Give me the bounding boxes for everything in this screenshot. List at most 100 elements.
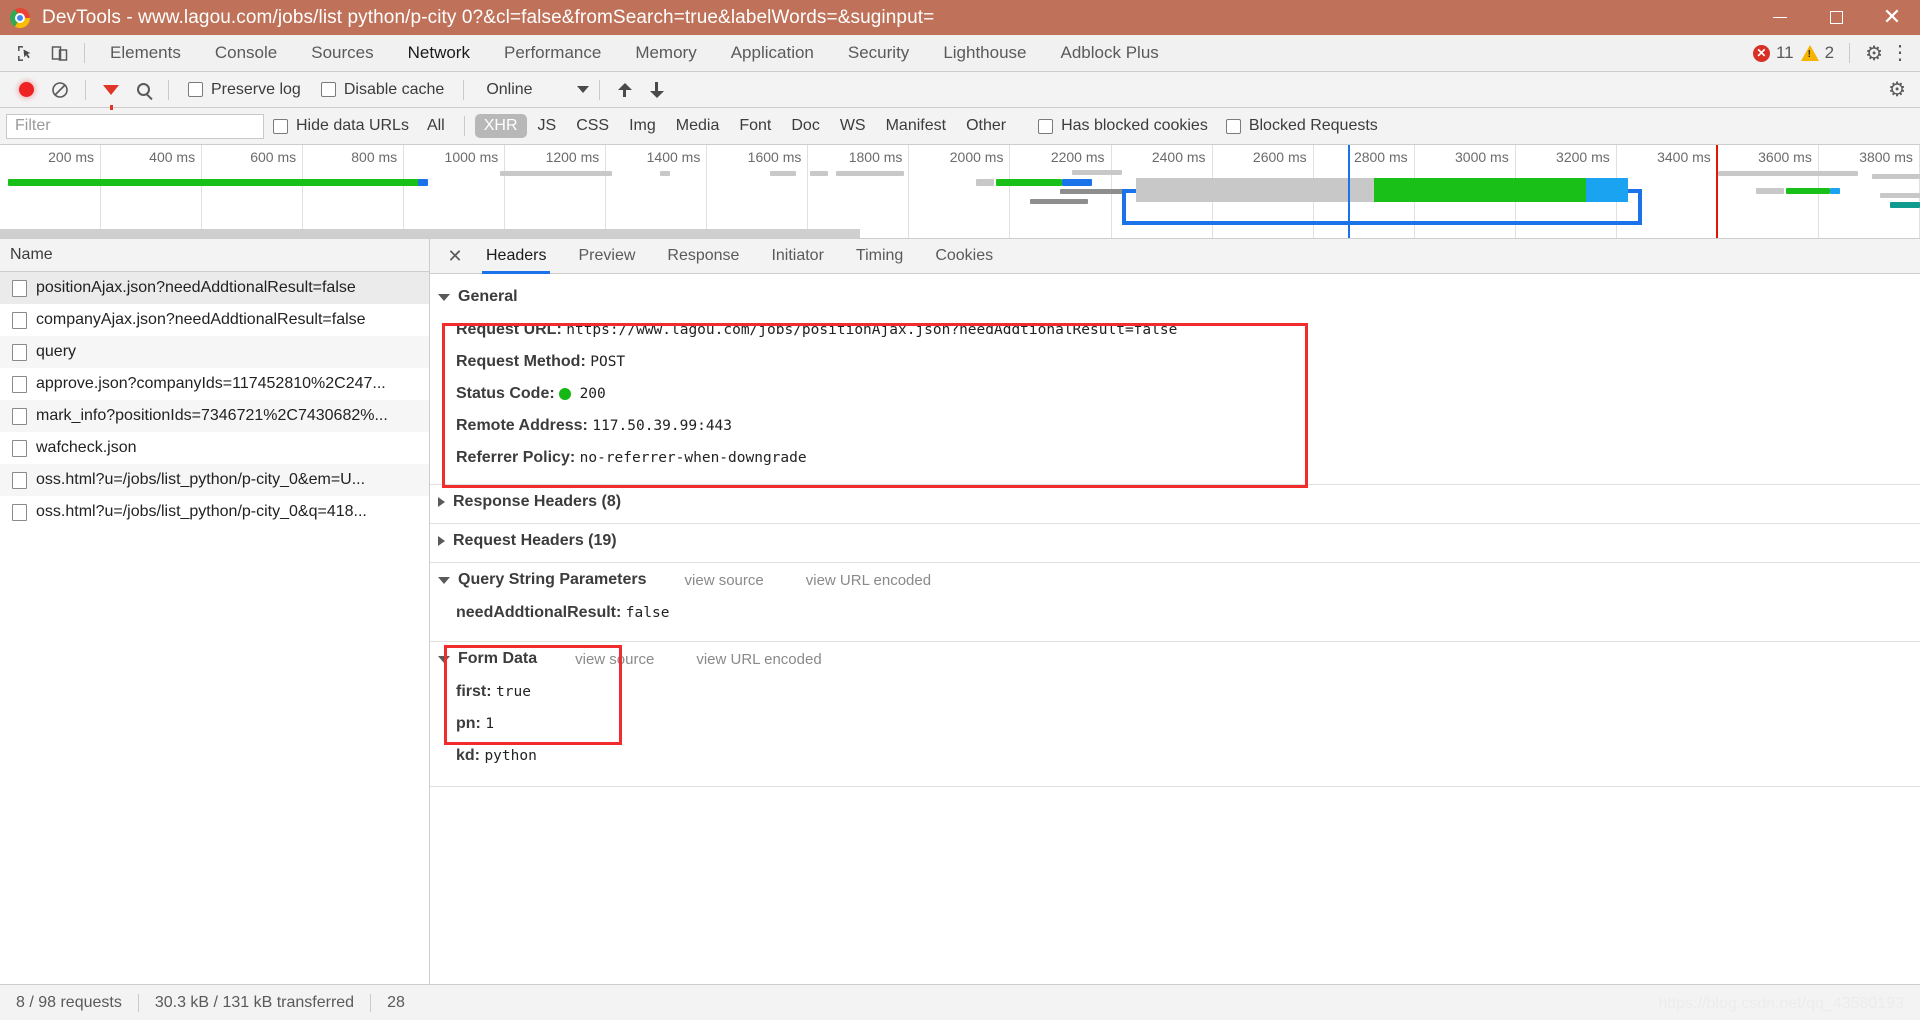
section-query-string-parameters[interactable]: Query String Parameters view source view… — [430, 563, 1920, 597]
tab-timing[interactable]: Timing — [840, 239, 919, 274]
error-count-badge[interactable]: ✕ 11 — [1752, 43, 1794, 63]
maximize-button[interactable] — [1808, 0, 1864, 35]
request-name-label: positionAjax.json?needAddtionalResult=fa… — [36, 279, 356, 296]
tab-network[interactable]: Network — [391, 35, 487, 71]
overview-bar — [1030, 199, 1088, 204]
overview-bar — [1872, 174, 1920, 179]
network-overview-timeline[interactable]: 200 ms 400 ms 600 ms 800 ms 1000 ms 1200 ms 14… — [0, 145, 1920, 239]
throttling-select[interactable]: Online — [474, 81, 589, 99]
network-settings-gear-icon[interactable]: ⚙ — [1888, 79, 1906, 101]
export-har-button[interactable] — [642, 76, 672, 104]
search-icon — [136, 83, 150, 96]
hide-data-urls-checkbox[interactable]: Hide data URLs — [264, 117, 418, 135]
document-icon — [12, 279, 27, 297]
filter-type-doc[interactable]: Doc — [782, 114, 828, 138]
disable-cache-checkbox[interactable]: Disable cache — [312, 81, 454, 99]
overview-bar — [1062, 179, 1092, 186]
overview-scrollbar[interactable] — [0, 229, 860, 238]
general-row-referrer-policy: Referrer Policy: no-referrer-when-downgr… — [456, 442, 1920, 474]
filter-type-js[interactable]: JS — [529, 114, 566, 138]
timeline-tick-label: 3200 ms — [1556, 149, 1610, 165]
request-row[interactable]: positionAjax.json?needAddtionalResult=fa… — [0, 272, 429, 304]
tab-security[interactable]: Security — [831, 35, 926, 71]
overview-bar — [996, 179, 1062, 186]
overview-request-bars — [0, 169, 1920, 225]
filter-type-ws[interactable]: WS — [831, 114, 875, 138]
filter-type-manifest[interactable]: Manifest — [877, 114, 955, 138]
search-button[interactable] — [128, 76, 158, 104]
filter-type-img[interactable]: Img — [620, 114, 665, 138]
request-row[interactable]: companyAjax.json?needAddtionalResult=fal… — [0, 304, 429, 336]
tab-sources[interactable]: Sources — [294, 35, 390, 71]
tab-performance[interactable]: Performance — [487, 35, 618, 71]
device-toolbar-button[interactable] — [42, 38, 76, 68]
filter-type-media[interactable]: Media — [667, 114, 729, 138]
nettoolbar-divider-3 — [463, 79, 465, 100]
tab-lighthouse[interactable]: Lighthouse — [926, 35, 1043, 71]
tab-initiator[interactable]: Initiator — [755, 239, 839, 274]
request-row[interactable]: mark_info?positionIds=7346721%2C7430682%… — [0, 400, 429, 432]
tab-response[interactable]: Response — [651, 239, 755, 274]
filter-type-other[interactable]: Other — [957, 114, 1015, 138]
timeline-tick-label: 1000 ms — [444, 149, 499, 165]
clear-requests-button[interactable] — [45, 76, 75, 104]
request-row[interactable]: oss.html?u=/jobs/list_python/p-city_0&em… — [0, 464, 429, 496]
request-row[interactable]: oss.html?u=/jobs/list_python/p-city_0&q=… — [0, 496, 429, 528]
filter-type-css[interactable]: CSS — [567, 114, 618, 138]
tab-console[interactable]: Console — [198, 35, 294, 71]
window-controls: ✕ — [1752, 0, 1920, 35]
request-list-header[interactable]: Name — [0, 239, 429, 272]
status-ok-icon — [559, 387, 572, 400]
kebab-menu-icon[interactable]: ⋮ — [1890, 43, 1910, 63]
overview-bar — [8, 179, 422, 186]
timeline-tick-label: 2400 ms — [1151, 149, 1206, 165]
section-response-headers[interactable]: Response Headers (8) — [430, 485, 1920, 519]
close-button[interactable]: ✕ — [1864, 0, 1920, 35]
tab-elements[interactable]: Elements — [93, 35, 198, 71]
warning-count-badge[interactable]: 2 — [1800, 43, 1834, 63]
overview-bar — [1136, 178, 1374, 202]
request-row[interactable]: wafcheck.json — [0, 432, 429, 464]
tab-preview[interactable]: Preview — [562, 239, 651, 274]
key-request-method: Request Method: — [456, 353, 586, 370]
tab-headers[interactable]: Headers — [470, 239, 562, 274]
overview-bar — [1830, 188, 1840, 194]
filter-type-font[interactable]: Font — [730, 114, 780, 138]
has-blocked-cookies-checkbox[interactable]: Has blocked cookies — [1029, 117, 1217, 135]
request-name-label: companyAjax.json?needAddtionalResult=fal… — [36, 311, 366, 328]
key-status-code: Status Code: — [456, 385, 555, 402]
import-har-button[interactable] — [610, 76, 640, 104]
query-view-source-link[interactable]: view source — [685, 572, 764, 589]
query-view-url-encoded-link[interactable]: view URL encoded — [806, 572, 931, 589]
blocked-requests-checkbox[interactable]: Blocked Requests — [1217, 117, 1387, 135]
form-row-first: first: true — [456, 676, 1920, 708]
section-form-data[interactable]: Form Data view source view URL encoded — [430, 642, 1920, 676]
tab-cookies[interactable]: Cookies — [919, 239, 1009, 274]
form-view-source-link[interactable]: view source — [575, 651, 654, 668]
tab-adblock-plus[interactable]: Adblock Plus — [1044, 35, 1176, 71]
overview-bar — [1586, 178, 1628, 202]
form-view-url-encoded-link[interactable]: view URL encoded — [696, 651, 821, 668]
overview-bar — [1890, 202, 1920, 208]
window-title: DevTools - www.lagou.com/jobs/list pytho… — [42, 6, 935, 28]
section-general[interactable]: General — [430, 280, 1920, 314]
request-list-panel: Name positionAjax.json?needAddtionalResu… — [0, 239, 430, 984]
filter-type-all[interactable]: All — [418, 114, 454, 138]
filter-type-xhr[interactable]: XHR — [474, 114, 527, 138]
section-request-headers[interactable]: Request Headers (19) — [430, 524, 1920, 558]
inspect-element-button[interactable] — [8, 38, 42, 68]
preserve-log-checkbox[interactable]: Preserve log — [179, 81, 310, 99]
inspect-element-icon — [17, 45, 30, 61]
request-row[interactable]: approve.json?companyIds=117452810%2C247.… — [0, 368, 429, 400]
filter-button[interactable] — [96, 76, 126, 110]
request-row[interactable]: query — [0, 336, 429, 368]
close-detail-button[interactable]: ✕ — [440, 241, 470, 271]
tab-application[interactable]: Application — [714, 35, 831, 71]
hide-data-urls-box-icon — [273, 118, 288, 134]
minimize-button[interactable] — [1752, 0, 1808, 35]
record-button-icon[interactable] — [19, 82, 34, 97]
tab-memory[interactable]: Memory — [618, 35, 713, 71]
gear-icon[interactable]: ⚙ — [1865, 41, 1883, 66]
search-input[interactable] — [6, 113, 264, 139]
title-bar: DevTools - www.lagou.com/jobs/list pytho… — [0, 0, 1920, 35]
